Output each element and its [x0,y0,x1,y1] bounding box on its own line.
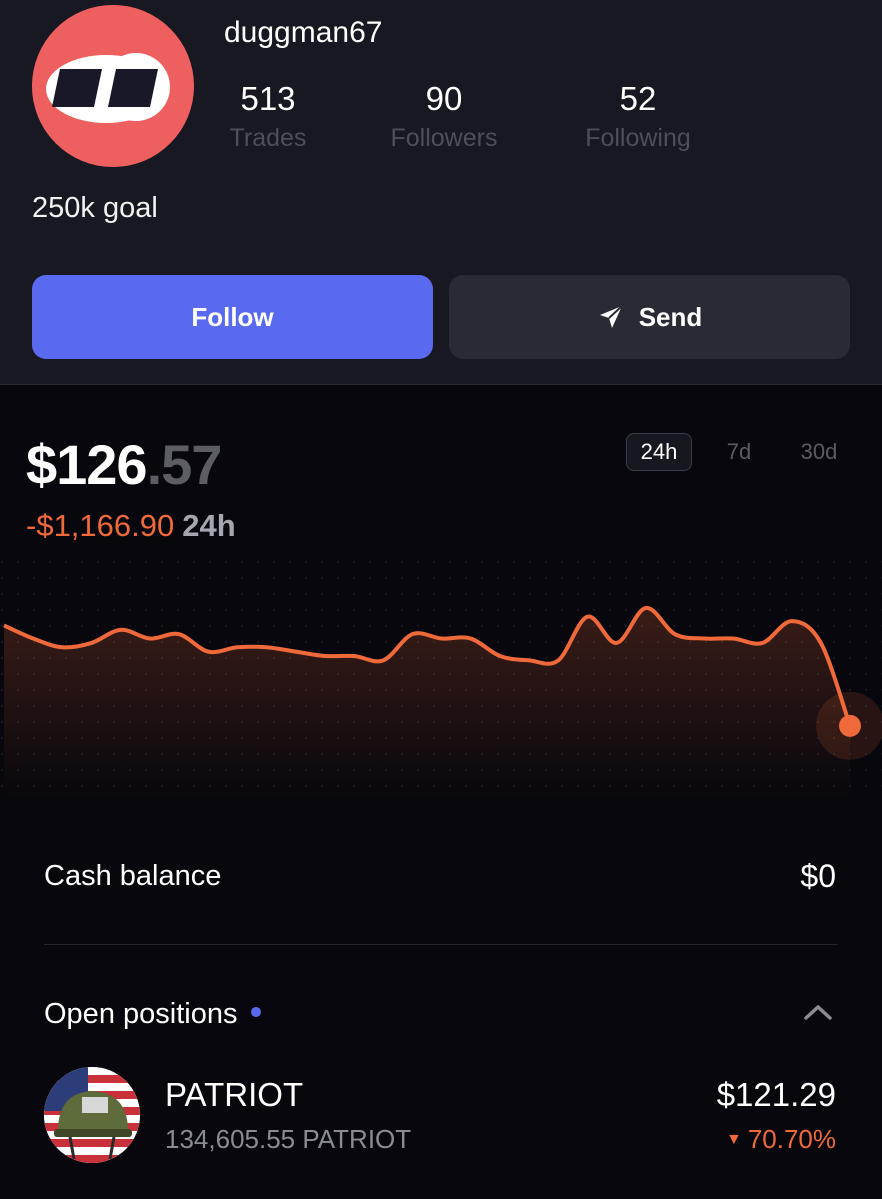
position-amount: 134,605.55 PATRIOT [165,1124,412,1154]
portfolio-change-period: 24h [182,508,236,543]
stat-following-label: Following [585,124,691,152]
portfolio-value: $126.57 [26,432,223,497]
cash-balance-label: Cash balance [44,860,222,892]
username: duggman67 [224,16,383,49]
range-tab-24h[interactable]: 24h [626,433,692,471]
position-value: $121.29 [716,1076,836,1113]
portfolio-chart[interactable] [0,560,882,800]
divider [44,944,838,945]
position-name: PATRIOT [165,1076,304,1113]
stat-followers[interactable]: 90 Followers [364,80,524,153]
stat-followers-label: Followers [390,124,498,152]
patriot-token-icon[interactable] [44,1067,140,1163]
portfolio-value-cents: .57 [146,433,223,496]
logo-icon [32,5,194,167]
avatar[interactable] [32,5,194,167]
send-arrow-icon [599,305,623,328]
stat-trades-label: Trades [229,124,307,152]
send-button[interactable]: Send [449,275,850,359]
stat-followers-value: 90 [425,80,463,117]
profile-bio: 250k goal [32,192,158,224]
chevron-up-icon[interactable] [802,1000,834,1024]
send-button-label: Send [638,301,703,332]
range-tab-7d[interactable]: 7d [706,433,772,471]
portfolio-change-value: -$1,166.90 [26,508,175,543]
portfolio-value-main: $126 [26,433,148,496]
open-positions-label: Open positions [44,998,238,1030]
open-positions-header[interactable]: Open positions [44,998,262,1031]
down-triangle-icon: ▼ [725,1131,742,1148]
range-selector: 24h 7d 30d [626,433,852,471]
stat-trades-value: 513 [240,80,296,117]
indicator-dot-icon [251,1007,262,1018]
position-change-value: 70.70% [747,1124,836,1154]
follow-button[interactable]: Follow [32,275,433,359]
position-change: ▼ 70.70% [726,1124,836,1155]
follow-button-label: Follow [191,301,274,332]
stat-trades[interactable]: 513 Trades [188,80,348,153]
profile-header: duggman67 513 Trades 90 Followers 52 Fol… [0,0,882,385]
chart-current-point [839,714,861,737]
stat-following-value: 52 [619,80,657,117]
cash-balance-value: $0 [800,858,836,894]
stat-following[interactable]: 52 Following [558,80,718,153]
portfolio-change: -$1,166.90 24h [26,508,236,544]
flag-helmet-graphic [44,1067,140,1163]
range-tab-30d[interactable]: 30d [786,433,852,471]
